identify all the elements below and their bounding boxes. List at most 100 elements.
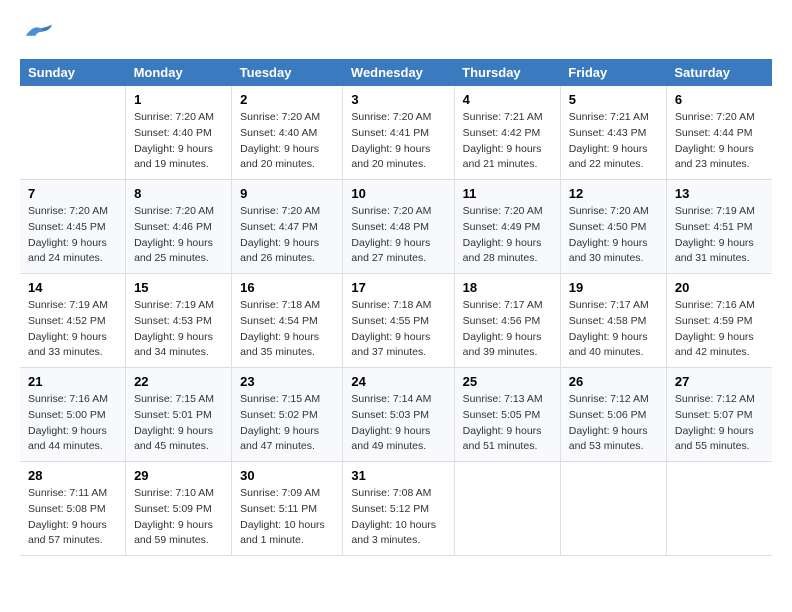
calendar-cell: 4Sunrise: 7:21 AMSunset: 4:42 PMDaylight… [454, 86, 560, 180]
calendar-week-5: 28 Sunrise: 7:11 AMSunset: 5:08 PMDayligh… [20, 462, 772, 556]
calendar-cell: 10 Sunrise: 7:20 AMSunset: 4:48 PMDayligh… [343, 180, 454, 274]
day-number: 18 [463, 280, 552, 295]
calendar-cell: 6 Sunrise: 7:20 AMSunset: 4:44 PMDaylight… [666, 86, 772, 180]
day-info: Sunrise: 7:10 AMSunset: 5:09 PMDaylight:… [134, 486, 223, 549]
day-number: 20 [675, 280, 764, 295]
day-number: 14 [28, 280, 117, 295]
day-number: 28 [28, 468, 117, 483]
day-info: Sunrise: 7:08 AMSunset: 5:12 PMDaylight:… [351, 486, 445, 549]
calendar-cell: 13 Sunrise: 7:19 AMSunset: 4:51 PMDayligh… [666, 180, 772, 274]
calendar-cell: 23 Sunrise: 7:15 AMSunset: 5:02 PMDayligh… [232, 368, 343, 462]
day-info: Sunrise: 7:20 AMSunset: 4:41 PMDaylight:… [351, 110, 445, 173]
calendar-cell: 15 Sunrise: 7:19 AMSunset: 4:53 PMDayligh… [126, 274, 232, 368]
logo [20, 20, 52, 49]
calendar-cell: 14 Sunrise: 7:19 AMSunset: 4:52 PMDayligh… [20, 274, 126, 368]
calendar-cell: 26Sunrise: 7:12 AMSunset: 5:06 PMDayligh… [560, 368, 666, 462]
day-info: Sunrise: 7:20 AMSunset: 4:44 PMDaylight:… [675, 110, 764, 173]
day-number: 13 [675, 186, 764, 201]
logo-icon [22, 20, 52, 44]
calendar-cell: 12Sunrise: 7:20 AMSunset: 4:50 PMDayligh… [560, 180, 666, 274]
calendar-cell: 25 Sunrise: 7:13 AMSunset: 5:05 PMDayligh… [454, 368, 560, 462]
calendar-cell: 18 Sunrise: 7:17 AMSunset: 4:56 PMDayligh… [454, 274, 560, 368]
day-number: 6 [675, 92, 764, 107]
header-row: SundayMondayTuesdayWednesdayThursdayFrid… [20, 59, 772, 86]
day-info: Sunrise: 7:20 AMSunset: 4:46 PMDaylight:… [134, 204, 223, 267]
day-number: 2 [240, 92, 334, 107]
calendar-week-4: 21 Sunrise: 7:16 AMSunset: 5:00 PMDayligh… [20, 368, 772, 462]
day-number: 31 [351, 468, 445, 483]
calendar-week-3: 14 Sunrise: 7:19 AMSunset: 4:52 PMDayligh… [20, 274, 772, 368]
day-number: 12 [569, 186, 658, 201]
calendar-cell: 2 Sunrise: 7:20 AMSunset: 4:40 AMDaylight… [232, 86, 343, 180]
col-header-monday: Monday [126, 59, 232, 86]
day-number: 9 [240, 186, 334, 201]
day-info: Sunrise: 7:17 AMSunset: 4:58 PMDaylight:… [569, 298, 658, 361]
day-number: 5 [569, 92, 658, 107]
calendar-cell: 24 Sunrise: 7:14 AMSunset: 5:03 PMDayligh… [343, 368, 454, 462]
calendar-cell: 11 Sunrise: 7:20 AMSunset: 4:49 PMDayligh… [454, 180, 560, 274]
day-info: Sunrise: 7:20 AMSunset: 4:48 PMDaylight:… [351, 204, 445, 267]
day-number: 21 [28, 374, 117, 389]
calendar-cell: 21 Sunrise: 7:16 AMSunset: 5:00 PMDayligh… [20, 368, 126, 462]
day-number: 1 [134, 92, 223, 107]
day-number: 26 [569, 374, 658, 389]
calendar-cell: 28 Sunrise: 7:11 AMSunset: 5:08 PMDayligh… [20, 462, 126, 556]
calendar-cell: 3Sunrise: 7:20 AMSunset: 4:41 PMDaylight… [343, 86, 454, 180]
day-number: 23 [240, 374, 334, 389]
day-info: Sunrise: 7:19 AMSunset: 4:51 PMDaylight:… [675, 204, 764, 267]
calendar-cell: 17Sunrise: 7:18 AMSunset: 4:55 PMDayligh… [343, 274, 454, 368]
day-number: 7 [28, 186, 117, 201]
col-header-tuesday: Tuesday [232, 59, 343, 86]
day-info: Sunrise: 7:21 AMSunset: 4:43 PMDaylight:… [569, 110, 658, 173]
calendar-cell: 5 Sunrise: 7:21 AMSunset: 4:43 PMDaylight… [560, 86, 666, 180]
day-info: Sunrise: 7:20 AMSunset: 4:47 PMDaylight:… [240, 204, 334, 267]
calendar-cell: 30 Sunrise: 7:09 AMSunset: 5:11 PMDayligh… [232, 462, 343, 556]
col-header-thursday: Thursday [454, 59, 560, 86]
day-info: Sunrise: 7:19 AMSunset: 4:53 PMDaylight:… [134, 298, 223, 361]
day-number: 30 [240, 468, 334, 483]
day-info: Sunrise: 7:14 AMSunset: 5:03 PMDaylight:… [351, 392, 445, 455]
day-info: Sunrise: 7:13 AMSunset: 5:05 PMDaylight:… [463, 392, 552, 455]
calendar-cell: 7Sunrise: 7:20 AMSunset: 4:45 PMDaylight… [20, 180, 126, 274]
day-number: 10 [351, 186, 445, 201]
day-info: Sunrise: 7:12 AMSunset: 5:07 PMDaylight:… [675, 392, 764, 455]
day-number: 25 [463, 374, 552, 389]
day-info: Sunrise: 7:19 AMSunset: 4:52 PMDaylight:… [28, 298, 117, 361]
calendar-cell: 29Sunrise: 7:10 AMSunset: 5:09 PMDayligh… [126, 462, 232, 556]
calendar-cell [560, 462, 666, 556]
day-info: Sunrise: 7:18 AMSunset: 4:55 PMDaylight:… [351, 298, 445, 361]
calendar-cell: 22Sunrise: 7:15 AMSunset: 5:01 PMDayligh… [126, 368, 232, 462]
day-number: 4 [463, 92, 552, 107]
calendar-cell: 1Sunrise: 7:20 AMSunset: 4:40 PMDaylight… [126, 86, 232, 180]
col-header-saturday: Saturday [666, 59, 772, 86]
header [20, 20, 772, 49]
day-info: Sunrise: 7:16 AMSunset: 5:00 PMDaylight:… [28, 392, 117, 455]
calendar-week-2: 7Sunrise: 7:20 AMSunset: 4:45 PMDaylight… [20, 180, 772, 274]
day-info: Sunrise: 7:15 AMSunset: 5:02 PMDaylight:… [240, 392, 334, 455]
day-number: 24 [351, 374, 445, 389]
day-info: Sunrise: 7:20 AMSunset: 4:49 PMDaylight:… [463, 204, 552, 267]
day-number: 15 [134, 280, 223, 295]
day-info: Sunrise: 7:09 AMSunset: 5:11 PMDaylight:… [240, 486, 334, 549]
day-number: 27 [675, 374, 764, 389]
calendar-cell: 8 Sunrise: 7:20 AMSunset: 4:46 PMDaylight… [126, 180, 232, 274]
col-header-sunday: Sunday [20, 59, 126, 86]
calendar-table: SundayMondayTuesdayWednesdayThursdayFrid… [20, 59, 772, 556]
calendar-cell: 31 Sunrise: 7:08 AMSunset: 5:12 PMDayligh… [343, 462, 454, 556]
calendar-cell [20, 86, 126, 180]
day-number: 22 [134, 374, 223, 389]
day-info: Sunrise: 7:18 AMSunset: 4:54 PMDaylight:… [240, 298, 334, 361]
day-info: Sunrise: 7:20 AMSunset: 4:40 AMDaylight:… [240, 110, 334, 173]
day-number: 11 [463, 186, 552, 201]
day-info: Sunrise: 7:11 AMSunset: 5:08 PMDaylight:… [28, 486, 117, 549]
day-number: 8 [134, 186, 223, 201]
calendar-cell: 9 Sunrise: 7:20 AMSunset: 4:47 PMDaylight… [232, 180, 343, 274]
calendar-cell: 16 Sunrise: 7:18 AMSunset: 4:54 PMDayligh… [232, 274, 343, 368]
calendar-cell [666, 462, 772, 556]
day-number: 19 [569, 280, 658, 295]
day-number: 16 [240, 280, 334, 295]
day-info: Sunrise: 7:17 AMSunset: 4:56 PMDaylight:… [463, 298, 552, 361]
calendar-cell: 19 Sunrise: 7:17 AMSunset: 4:58 PMDayligh… [560, 274, 666, 368]
calendar-cell [454, 462, 560, 556]
calendar-cell: 20Sunrise: 7:16 AMSunset: 4:59 PMDayligh… [666, 274, 772, 368]
